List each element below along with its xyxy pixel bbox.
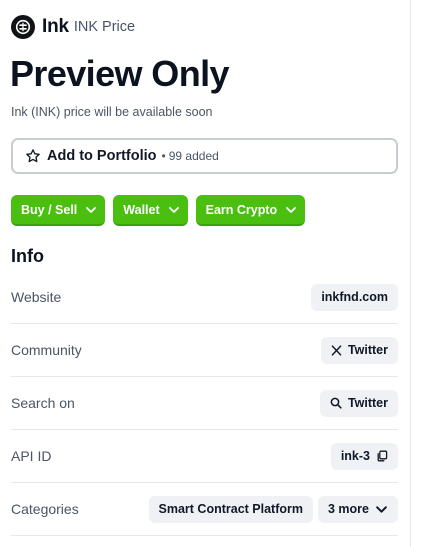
earn-crypto-label: Earn Crypto xyxy=(205,202,278,217)
chevron-down-icon xyxy=(285,204,297,216)
info-key: Search on xyxy=(11,395,75,411)
chevron-down-icon xyxy=(85,204,97,216)
coin-header: Ink INK Price xyxy=(11,15,135,39)
bullet-separator: • xyxy=(161,149,166,163)
info-key: Categories xyxy=(11,501,79,517)
action-buttons: Buy / Sell Wallet Earn Crypto xyxy=(11,195,313,226)
price-availability-note: Ink (INK) price will be available soon xyxy=(11,105,213,119)
chevron-down-icon xyxy=(375,503,388,516)
add-to-portfolio-label: Add to Portfolio xyxy=(47,148,157,164)
website-value: inkfnd.com xyxy=(321,290,388,304)
copy-icon xyxy=(376,450,388,462)
category-chips: Smart Contract Platform 3 more xyxy=(148,495,398,523)
website-link[interactable]: inkfnd.com xyxy=(311,283,398,311)
api-id-value: ink-3 xyxy=(340,449,370,463)
api-id-copy-button[interactable]: ink-3 xyxy=(330,442,398,470)
coin-name: Ink xyxy=(42,16,69,37)
more-categories-dropdown[interactable]: 3 more xyxy=(318,495,398,523)
search-on-value: Twitter xyxy=(347,396,388,410)
category-chip[interactable]: Smart Contract Platform xyxy=(148,495,313,523)
info-row-categories: Categories Smart Contract Platform 3 mor… xyxy=(11,483,398,536)
scroll-edge xyxy=(410,0,423,547)
earn-crypto-button[interactable]: Earn Crypto xyxy=(195,195,306,226)
info-row-search-on: Search on Twitter xyxy=(11,377,398,430)
search-icon xyxy=(330,397,342,409)
chevron-down-icon xyxy=(168,204,180,216)
search-twitter-link[interactable]: Twitter xyxy=(319,389,398,417)
buy-sell-button[interactable]: Buy / Sell xyxy=(11,195,106,226)
category-value: Smart Contract Platform xyxy=(158,502,303,516)
info-key: Website xyxy=(11,289,62,305)
info-row-api-id: API ID ink-3 xyxy=(11,430,398,483)
community-twitter-link[interactable]: Twitter xyxy=(320,336,398,364)
community-value: Twitter xyxy=(347,343,388,357)
buy-sell-label: Buy / Sell xyxy=(21,202,78,217)
wallet-label: Wallet xyxy=(123,202,160,217)
page-title: Preview Only xyxy=(10,53,230,94)
x-logo-icon xyxy=(331,344,342,356)
info-row-website: Website inkfnd.com xyxy=(11,271,398,324)
info-key: Community xyxy=(11,342,82,358)
info-key: API ID xyxy=(11,448,52,464)
ink-logo-icon xyxy=(11,15,35,39)
star-icon xyxy=(25,148,41,164)
info-section-title: Info xyxy=(11,246,44,266)
portfolio-added-count: 99 added xyxy=(168,149,219,163)
more-categories-label: 3 more xyxy=(328,502,369,516)
info-row-community: Community Twitter xyxy=(11,324,398,377)
coin-subtitle: INK Price xyxy=(73,19,136,35)
wallet-button[interactable]: Wallet xyxy=(113,195,188,226)
add-to-portfolio-button[interactable]: Add to Portfolio • 99 added xyxy=(11,138,398,174)
